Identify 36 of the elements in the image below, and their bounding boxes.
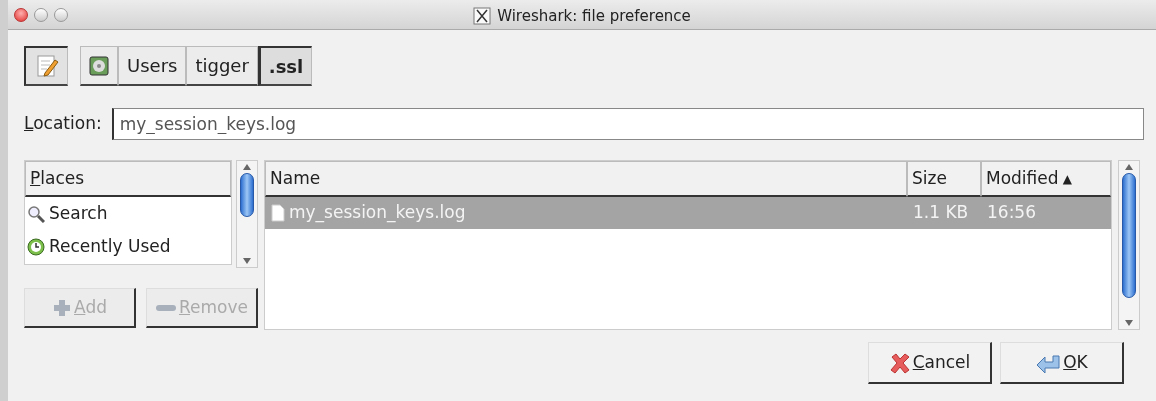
- search-icon: [27, 204, 45, 223]
- column-header[interactable]: Size: [907, 161, 981, 197]
- file-icon: [271, 204, 285, 222]
- file-size: 1.1 KB: [912, 201, 970, 225]
- sort-indicator: ▲: [1062, 170, 1073, 188]
- file-modified: 16:56: [986, 201, 1037, 225]
- cross-icon: [888, 351, 911, 374]
- path-button[interactable]: Users: [118, 46, 187, 86]
- down-arrow-icon: [1124, 319, 1134, 327]
- window-title: Wireshark: file preference: [497, 6, 691, 27]
- column-header[interactable]: Name: [265, 161, 907, 197]
- scrollbar[interactable]: [1118, 160, 1140, 330]
- scrollbar[interactable]: [236, 160, 258, 268]
- location-label: Location:: [24, 112, 102, 136]
- close-button[interactable]: [14, 7, 28, 22]
- app-icon: [473, 7, 492, 26]
- location-field[interactable]: my_session_keys.log: [111, 108, 1144, 140]
- edit-toggle-button[interactable]: [24, 46, 68, 86]
- up-arrow-icon: [242, 163, 252, 171]
- up-arrow-icon: [1124, 163, 1134, 171]
- column-header[interactable]: Modified ▲: [981, 161, 1111, 197]
- drive-button[interactable]: [80, 46, 118, 86]
- return-arrow-icon: [1035, 352, 1062, 373]
- file-name: my_session_keys.log: [289, 201, 466, 225]
- pencil-icon: [34, 54, 59, 78]
- path-button[interactable]: .ssl: [257, 46, 313, 86]
- clock-icon: [27, 237, 45, 256]
- minus-icon: [155, 302, 177, 313]
- path-button[interactable]: tigger: [186, 46, 258, 86]
- cancel-button[interactable]: Cancel: [868, 342, 992, 384]
- plus-icon: [52, 297, 73, 318]
- place-item[interactable]: Search: [25, 197, 231, 230]
- ok-button[interactable]: OK: [1000, 342, 1124, 384]
- down-arrow-icon: [242, 257, 252, 265]
- column-header[interactable]: Places: [25, 161, 231, 197]
- place-item[interactable]: Recently Used: [25, 230, 231, 263]
